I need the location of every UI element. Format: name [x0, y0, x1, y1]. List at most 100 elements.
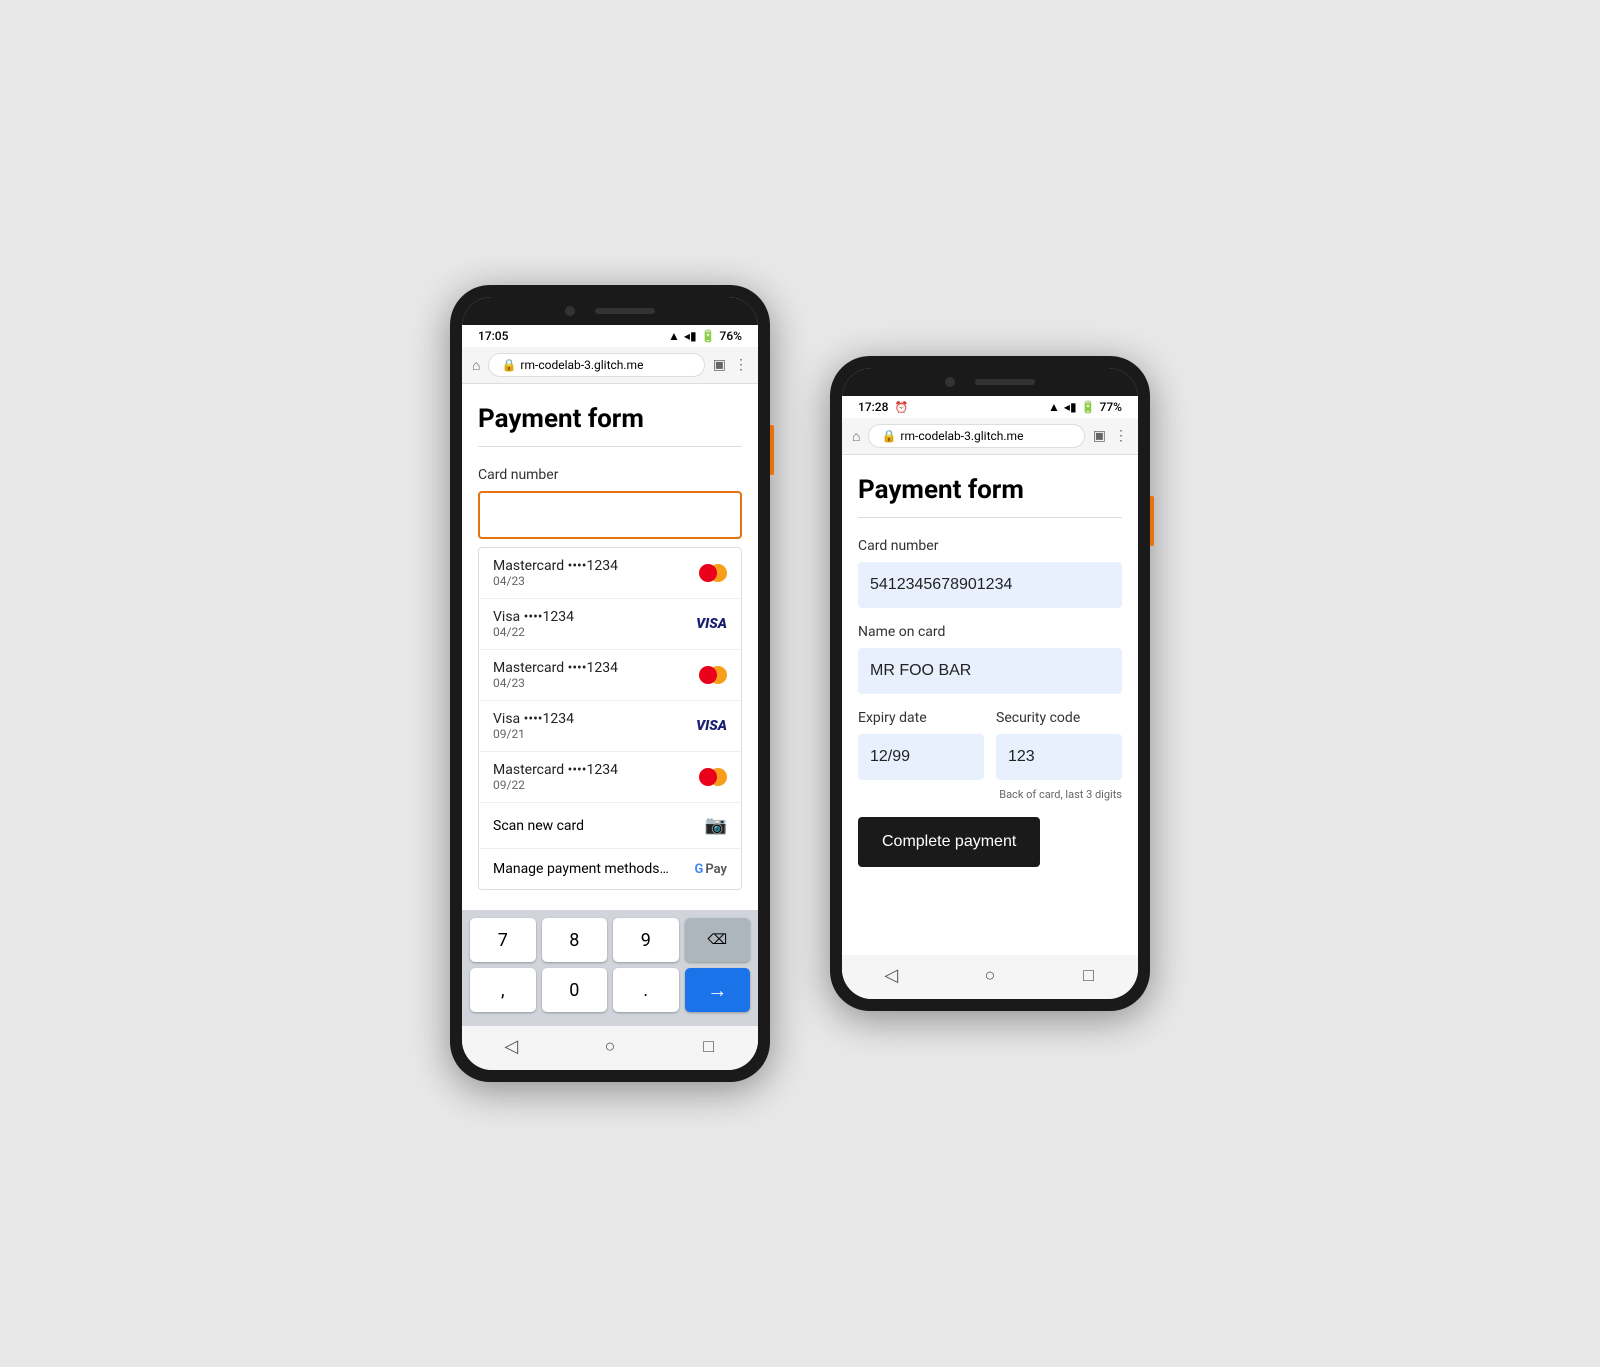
mastercard-icon — [699, 768, 727, 786]
suggestion-expiry: 04/23 — [493, 676, 618, 690]
gpay-g-letter: G — [695, 862, 704, 877]
page-title: Payment form — [858, 475, 1122, 505]
mc-circle-left — [699, 768, 717, 786]
key-0[interactable]: 0 — [542, 968, 608, 1012]
nav-recents-icon[interactable]: □ — [694, 1036, 724, 1056]
tab-icon[interactable]: ▣ — [713, 357, 726, 373]
side-button — [770, 425, 774, 475]
complete-payment-button[interactable]: Complete payment — [858, 817, 1040, 867]
wifi-icon: ▲ — [668, 329, 680, 343]
divider — [478, 446, 742, 447]
card-number-label: Card number — [478, 467, 742, 483]
wifi-icon: ▲ — [1048, 400, 1060, 414]
expiry-input[interactable] — [858, 734, 984, 780]
home-icon[interactable]: ⌂ — [472, 357, 480, 374]
menu-icon[interactable]: ⋮ — [1114, 428, 1128, 444]
suggestion-expiry: 04/22 — [493, 625, 574, 639]
security-col: Security code — [996, 710, 1122, 784]
battery-icon: 🔋 — [1081, 400, 1096, 414]
nav-home-icon[interactable]: ○ — [595, 1036, 625, 1056]
right-phone: 17:28 ⏰ ▲ ◂▮ 🔋 77% ⌂ 🔒 rm-codelab-3.glit… — [830, 356, 1150, 1011]
address-bar[interactable]: 🔒 rm-codelab-3.glitch.me — [868, 424, 1084, 448]
key-next[interactable]: → — [685, 968, 751, 1012]
key-period[interactable]: . — [613, 968, 679, 1012]
nav-recents-icon[interactable]: □ — [1074, 965, 1104, 985]
home-icon[interactable]: ⌂ — [852, 428, 860, 445]
name-on-card-input[interactable] — [858, 648, 1122, 694]
status-time: 17:28 — [858, 400, 888, 414]
status-bar: 17:28 ⏰ ▲ ◂▮ 🔋 77% — [842, 396, 1138, 418]
key-comma[interactable]: , — [470, 968, 536, 1012]
card-number-input[interactable] — [858, 562, 1122, 608]
browser-bar: ⌂ 🔒 rm-codelab-3.glitch.me ▣ ⋮ — [462, 347, 758, 384]
security-hint: Back of card, last 3 digits — [858, 788, 1122, 801]
status-bar: 17:05 ▲ ◂▮ 🔋 76% — [462, 325, 758, 347]
browser-bar: ⌂ 🔒 rm-codelab-3.glitch.me ▣ ⋮ — [842, 418, 1138, 455]
suggestion-info: Visa ••••1234 09/21 — [493, 711, 574, 741]
signal-icon: ◂▮ — [684, 329, 697, 343]
page-content: Payment form Card number Mastercard ••••… — [462, 384, 758, 910]
key-8[interactable]: 8 — [542, 918, 608, 962]
key-9[interactable]: 9 — [613, 918, 679, 962]
lock-icon: 🔒 — [881, 429, 896, 443]
battery-level: 76% — [720, 329, 742, 343]
nav-home-icon[interactable]: ○ — [975, 965, 1005, 985]
suggestion-expiry: 09/22 — [493, 778, 618, 792]
address-bar[interactable]: 🔒 rm-codelab-3.glitch.me — [488, 353, 704, 377]
gpay-text: Pay — [705, 862, 727, 877]
page-title: Payment form — [478, 404, 742, 434]
suggestion-info: Mastercard ••••1234 04/23 — [493, 660, 618, 690]
mc-circle-left — [699, 564, 717, 582]
suggestion-item[interactable]: Mastercard ••••1234 04/23 — [479, 650, 741, 701]
battery-icon: 🔋 — [701, 329, 716, 343]
battery-level: 77% — [1100, 400, 1122, 414]
name-label: Name on card — [858, 624, 1122, 640]
keyboard-row-2: , 0 . → — [470, 968, 750, 1012]
suggestion-name: Mastercard ••••1234 — [493, 660, 618, 676]
keyboard-area: 7 8 9 ⌫ , 0 . → — [462, 910, 758, 1026]
security-label: Security code — [996, 710, 1122, 726]
phone-top-bar — [842, 368, 1138, 396]
keyboard-row-1: 7 8 9 ⌫ — [470, 918, 750, 962]
speaker — [595, 308, 655, 314]
manage-payment-row[interactable]: Manage payment methods… G Pay — [479, 849, 741, 889]
scan-card-label: Scan new card — [493, 818, 584, 834]
nav-back-icon[interactable]: ◁ — [876, 965, 906, 985]
signal-icon: ◂▮ — [1064, 400, 1077, 414]
suggestion-expiry: 04/23 — [493, 574, 618, 588]
key-7[interactable]: 7 — [470, 918, 536, 962]
scan-card-row[interactable]: Scan new card 📷 — [479, 803, 741, 849]
mc-circle-left — [699, 666, 717, 684]
card-number-input[interactable] — [478, 491, 742, 539]
suggestion-info: Visa ••••1234 04/22 — [493, 609, 574, 639]
url-text: rm-codelab-3.glitch.me — [520, 358, 643, 372]
manage-label: Manage payment methods… — [493, 861, 669, 877]
visa-icon: VISA — [696, 616, 727, 632]
page-content: Payment form Card number Name on card Ex… — [842, 455, 1138, 955]
suggestion-name: Visa ••••1234 — [493, 711, 574, 727]
phone-top-bar — [462, 297, 758, 325]
two-col-row: Expiry date Security code — [858, 710, 1122, 784]
suggestion-item[interactable]: Visa ••••1234 09/21 VISA — [479, 701, 741, 752]
speaker — [975, 379, 1035, 385]
suggestion-item[interactable]: Visa ••••1234 04/22 VISA — [479, 599, 741, 650]
expiry-col: Expiry date — [858, 710, 984, 784]
suggestion-item[interactable]: Mastercard ••••1234 09/22 — [479, 752, 741, 803]
status-icons: ▲ ◂▮ 🔋 77% — [1048, 400, 1122, 414]
bottom-nav: ◁ ○ □ — [462, 1026, 758, 1070]
suggestion-item[interactable]: Mastercard ••••1234 04/23 — [479, 548, 741, 599]
suggestion-info: Mastercard ••••1234 09/22 — [493, 762, 618, 792]
status-time: 17:05 — [478, 329, 508, 343]
side-button — [1150, 496, 1154, 546]
menu-icon[interactable]: ⋮ — [734, 357, 748, 373]
alarm-icon: ⏰ — [894, 401, 908, 414]
tab-icon[interactable]: ▣ — [1093, 428, 1106, 444]
key-backspace[interactable]: ⌫ — [685, 918, 751, 962]
divider — [858, 517, 1122, 518]
card-number-label: Card number — [858, 538, 1122, 554]
left-phone: 17:05 ▲ ◂▮ 🔋 76% ⌂ 🔒 rm-codelab-3.glitch… — [450, 285, 770, 1082]
camera-icon: 📷 — [705, 815, 727, 836]
expiry-label: Expiry date — [858, 710, 984, 726]
nav-back-icon[interactable]: ◁ — [496, 1036, 526, 1056]
security-code-input[interactable] — [996, 734, 1122, 780]
